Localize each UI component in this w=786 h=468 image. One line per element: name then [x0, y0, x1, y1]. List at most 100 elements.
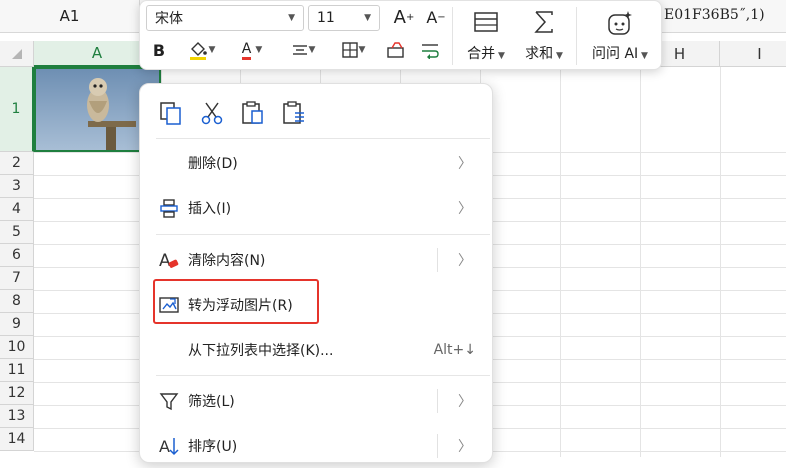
copy-icon-svg: [160, 102, 181, 125]
merge-button[interactable]: 合并 ▼: [456, 3, 516, 69]
wrap-text-button[interactable]: [418, 37, 442, 63]
clipboard-icon: [242, 101, 263, 124]
menu-item-clear-content[interactable]: A 清除内容(N) 〉: [140, 238, 492, 282]
font-name-value: 宋体: [155, 11, 183, 27]
paste-icon[interactable]: [238, 98, 268, 128]
row-header[interactable]: 4: [0, 198, 34, 221]
minus-icon: −: [437, 11, 446, 23]
font-name-combo[interactable]: 宋体 ▼: [146, 5, 304, 31]
context-menu: 删除(D) 〉 插入(I) 〉 A 清除内容(N) 〉 转为浮动图片(R) 从下…: [139, 83, 493, 463]
insert-icon: [158, 197, 180, 219]
gridline: [560, 67, 561, 457]
sum-label: 求和: [525, 46, 554, 62]
clear-format-icon: A: [158, 249, 180, 271]
clipboard-list-icon: [283, 101, 304, 124]
row-header[interactable]: 2: [0, 152, 34, 175]
ai-assistant-icon: [608, 11, 632, 35]
chevron-down-icon: ▼: [638, 51, 648, 61]
ask-ai-label: 问问 AI: [592, 46, 639, 62]
fill-color-button[interactable]: ▼: [180, 37, 222, 63]
menu-item-sort[interactable]: A 排序(U) 〉: [140, 424, 492, 468]
chevron-down-icon: ▼: [364, 13, 371, 23]
submenu-divider: [437, 389, 438, 413]
border-grid-icon: [341, 42, 358, 58]
clear-format-tool[interactable]: [384, 37, 408, 63]
chevron-down-icon: ▼: [288, 13, 295, 23]
row-header[interactable]: 8: [0, 290, 34, 313]
row-header[interactable]: 11: [0, 359, 34, 382]
toolbar-divider: [452, 7, 453, 65]
menu-divider: [156, 375, 490, 376]
align-center-icon: [292, 45, 307, 55]
chevron-right-icon: 〉: [458, 201, 472, 217]
floating-toolbar: 宋体 ▼ 11 ▼ A + A − B ▼ A ▼ ▼ ▼ 合并 ▼ 求和 ▼ …: [139, 0, 662, 70]
increase-font-label: A: [393, 6, 406, 28]
merge-cells-icon: [474, 12, 498, 32]
ask-ai-button[interactable]: 问问 AI ▼: [580, 3, 660, 69]
chevron-down-icon: ▼: [208, 45, 216, 55]
increase-font-button[interactable]: A +: [390, 3, 418, 31]
sum-button[interactable]: 求和 ▼: [516, 3, 572, 69]
row-header[interactable]: 7: [0, 267, 34, 290]
row-header[interactable]: 10: [0, 336, 34, 359]
menu-item-label: 清除内容(N): [188, 253, 266, 269]
row-header-1[interactable]: 1: [0, 67, 34, 152]
row-header[interactable]: 13: [0, 405, 34, 428]
decrease-font-label: A: [426, 7, 438, 27]
row-header[interactable]: 14: [0, 428, 34, 451]
eraser-icon: [387, 42, 404, 58]
filter-icon: [158, 390, 180, 412]
font-size-combo[interactable]: 11 ▼: [308, 5, 380, 31]
align-button[interactable]: ▼: [284, 37, 322, 63]
menu-item-label: 从下拉列表中选择(K)...: [188, 343, 334, 359]
scissors-icon: [201, 102, 223, 125]
paste-special-icon[interactable]: [279, 98, 309, 128]
cut-icon[interactable]: [197, 98, 227, 128]
menu-divider: [156, 234, 490, 235]
font-color-button[interactable]: A ▼: [232, 37, 272, 63]
menu-item-label: 排序(U): [188, 439, 238, 455]
wrap-text-icon: [422, 44, 439, 59]
formula-text[interactable]: E01F36B5˝,1): [664, 0, 765, 32]
row-header[interactable]: 9: [0, 313, 34, 336]
menu-item-delete[interactable]: 删除(D) 〉: [140, 141, 492, 185]
menu-divider: [156, 138, 490, 139]
row-header[interactable]: 5: [0, 221, 34, 244]
chevron-right-icon: 〉: [458, 439, 472, 455]
gridline: [640, 67, 641, 457]
row-header[interactable]: 12: [0, 382, 34, 405]
shortcut-label: Alt+↓: [433, 342, 476, 358]
menu-item-label: 筛选(L): [188, 394, 235, 410]
bold-button[interactable]: B: [148, 37, 170, 63]
chevron-right-icon: 〉: [458, 394, 472, 410]
svg-text:A: A: [159, 251, 171, 271]
font-color-label: A: [241, 41, 252, 60]
decrease-font-button[interactable]: A −: [422, 3, 450, 31]
svg-text:A: A: [159, 437, 170, 456]
menu-item-insert[interactable]: 插入(I) 〉: [140, 186, 492, 230]
sort-icon: A: [158, 435, 180, 457]
gridline: [720, 67, 721, 457]
menu-item-filter[interactable]: 筛选(L) 〉: [140, 379, 492, 423]
select-all-corner[interactable]: [0, 41, 34, 67]
row-header[interactable]: 3: [0, 175, 34, 198]
fill-bucket-icon: [189, 42, 207, 60]
row-header[interactable]: 6: [0, 244, 34, 267]
submenu-divider: [437, 248, 438, 272]
chevron-down-icon: ▼: [255, 45, 263, 55]
menu-item-pick-from-list[interactable]: 从下拉列表中选择(K)... Alt+↓: [140, 328, 492, 372]
toolbar-divider: [576, 7, 577, 65]
copy-icon[interactable]: [156, 98, 186, 128]
column-header-i[interactable]: I: [720, 41, 786, 67]
merge-label: 合并: [467, 46, 496, 62]
name-box[interactable]: A1: [0, 0, 140, 32]
chevron-down-icon: ▼: [308, 45, 316, 55]
corner-triangle-icon: [11, 48, 22, 59]
chevron-down-icon: ▼: [358, 45, 366, 55]
chevron-down-icon: ▼: [495, 51, 505, 61]
border-button[interactable]: ▼: [334, 37, 372, 63]
sigma-icon: [534, 11, 553, 33]
highlight-box: [153, 279, 319, 324]
menu-item-label: 插入(I): [188, 201, 232, 217]
chevron-down-icon: ▼: [553, 51, 563, 61]
